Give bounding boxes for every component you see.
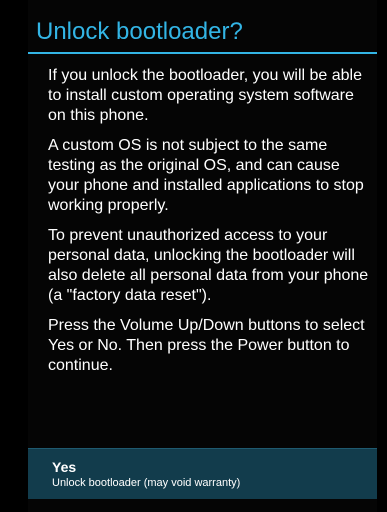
info-paragraph-warning: A custom OS is not subject to the same t… [48, 137, 364, 214]
info-paragraph-install: If you unlock the bootloader, you will b… [48, 67, 362, 124]
dialog-body: If you unlock the bootloader, you will b… [48, 66, 370, 386]
option-yes[interactable]: Yes Unlock bootloader (may void warranty… [28, 448, 377, 499]
bootloader-screen: Unlock bootloader? If you unlock the boo… [28, 0, 377, 512]
option-yes-label: Yes [52, 459, 77, 475]
title-divider [28, 52, 377, 54]
option-yes-description: Unlock bootloader (may void warranty) [52, 477, 241, 489]
info-paragraph-data-reset: To prevent unauthorized access to your p… [48, 227, 369, 304]
info-paragraph-instructions: Press the Volume Up/Down buttons to sele… [48, 317, 365, 374]
dialog-title: Unlock bootloader? [36, 18, 243, 45]
